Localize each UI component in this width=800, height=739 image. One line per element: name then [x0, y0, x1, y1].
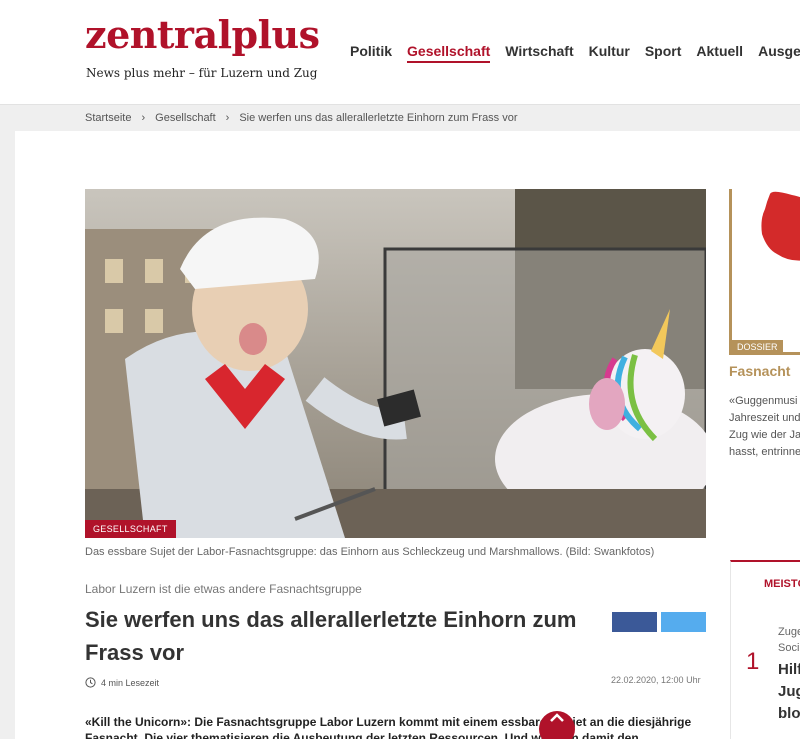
breadcrumb: Startseite › Gesellschaft › Sie werfen u…	[85, 112, 518, 124]
hero-photo	[85, 189, 706, 538]
breadcrumb-category[interactable]: Gesellschaft	[155, 112, 216, 124]
nav-item-politik[interactable]: Politik	[350, 43, 392, 63]
most-read-rank: 1	[746, 648, 760, 675]
dossier-teaser-line: Jahreszeit und	[729, 412, 800, 424]
nav-item-sport[interactable]: Sport	[645, 43, 682, 63]
article-lead-line: Fasnacht. Die vier thematisieren die Aus…	[85, 731, 639, 739]
breadcrumb-separator: ›	[225, 112, 230, 124]
clock-icon	[85, 677, 96, 688]
most-read-headline-line: blos	[778, 705, 800, 722]
dossier-badge: DOSSIER	[732, 340, 783, 354]
category-badge[interactable]: GESELLSCHAFT	[85, 520, 176, 538]
site-header: zentralplus News plus mehr – für Luzern …	[0, 0, 800, 105]
image-caption: Das essbare Sujet der Labor-Fasnachtsgru…	[85, 546, 655, 558]
dossier-title[interactable]: Fasnacht	[729, 363, 790, 379]
article-kicker: Labor Luzern ist die etwas andere Fasnac…	[85, 582, 362, 596]
hero-image[interactable]	[85, 189, 706, 538]
dossier-image[interactable]	[729, 189, 800, 355]
article-lead: «Kill the Unicorn»: Die Fasnachtsgruppe …	[85, 714, 705, 739]
most-read-title: MEISTG	[764, 578, 800, 590]
article-lead-line: «Kill the Unicorn»: Die Fasnachtsgruppe …	[85, 715, 692, 729]
nav-item-aktuell[interactable]: Aktuell	[696, 43, 743, 63]
article-title: Sie werfen uns das allerallerletzte Einh…	[85, 607, 577, 665]
share-twitter-button[interactable]	[661, 612, 706, 632]
article-date: 22.02.2020, 12:00 Uhr	[611, 675, 701, 685]
dossier-teaser-line: Zug wie der Ja	[729, 429, 800, 441]
most-read-headline[interactable]: Hilf Jug blos	[778, 659, 800, 725]
most-read-category: Zuge Soci	[778, 624, 800, 656]
breadcrumb-current: Sie werfen uns das allerallerletzte Einh…	[239, 112, 518, 124]
dossier-graphic	[761, 191, 800, 261]
breadcrumb-separator: ›	[141, 112, 146, 124]
nav-item-gesellschaft[interactable]: Gesellschaft	[407, 43, 491, 63]
site-tagline: News plus mehr – für Luzern und Zug	[86, 66, 318, 80]
most-read-category-line: Zuge	[778, 626, 800, 638]
breadcrumb-home[interactable]: Startseite	[85, 112, 131, 124]
nav-item-wirtschaft[interactable]: Wirtschaft	[505, 43, 573, 63]
read-time: 4 min Lesezeit	[85, 677, 159, 688]
scroll-to-top-button[interactable]	[539, 711, 575, 739]
main-nav: Politik Gesellschaft Wirtschaft Kultur S…	[350, 43, 800, 63]
most-read-category-line: Soci	[778, 642, 800, 654]
dossier-teaser-line: «Guggenmusi	[729, 395, 798, 407]
nav-item-ausgehen[interactable]: Ausgehe	[758, 43, 800, 63]
dossier-teaser: «Guggenmusi Jahreszeit und Zug wie der J…	[729, 393, 800, 461]
nav-item-kultur[interactable]: Kultur	[589, 43, 630, 63]
most-read-headline-line: Jug	[778, 683, 800, 700]
most-read-headline-line: Hilf	[778, 661, 800, 678]
site-logo[interactable]: zentralplus	[85, 12, 320, 57]
share-facebook-button[interactable]	[612, 612, 657, 632]
chevron-up-icon	[550, 713, 564, 722]
dossier-teaser-line: hasst, entrinne	[729, 446, 800, 458]
read-time-label: 4 min Lesezeit	[101, 677, 160, 688]
